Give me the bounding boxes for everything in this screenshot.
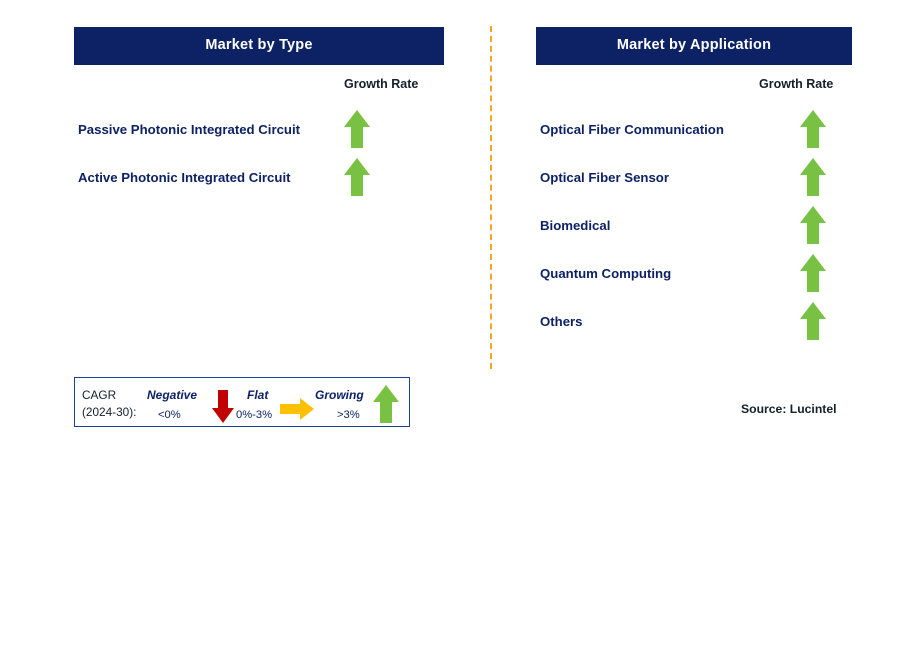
source-label: Source: Lucintel <box>741 402 837 416</box>
type-item-label-1: Active Photonic Integrated Circuit <box>78 169 291 185</box>
list-item: Passive Photonic Integrated Circuit <box>78 110 408 148</box>
application-item-label-3: Quantum Computing <box>540 265 672 281</box>
panel-divider <box>490 26 492 369</box>
arrow-up-icon <box>800 254 826 292</box>
application-item-label-2: Biomedical <box>540 217 611 233</box>
legend: CAGR (2024-30): Negative <0% Flat 0%-3% … <box>74 377 410 427</box>
panel-title-application: Market by Application <box>536 27 852 65</box>
arrow-up-icon <box>373 385 399 423</box>
legend-range-growing: >3% <box>337 409 360 421</box>
arrow-up-icon <box>800 110 826 148</box>
arrow-up-icon <box>800 206 826 244</box>
list-item: Biomedical <box>540 206 850 244</box>
application-item-label-4: Others <box>540 313 583 329</box>
arrow-up-icon <box>344 110 370 148</box>
legend-term-negative: Negative <box>147 388 198 402</box>
legend-cagr-line2: (2024-30): <box>82 405 137 420</box>
legend-range-flat: 0%-3% <box>236 409 273 421</box>
legend-cagr-line1: CAGR <box>82 388 117 402</box>
list-item: Active Photonic Integrated Circuit <box>78 158 408 196</box>
growth-rate-header-application: Growth Rate <box>759 77 834 91</box>
arrow-up-icon <box>800 158 826 196</box>
growth-rate-header-type: Growth Rate <box>344 77 419 91</box>
legend-range-negative: <0% <box>158 409 181 421</box>
panel-title-type: Market by Type <box>74 27 444 65</box>
list-item: Others <box>540 302 850 340</box>
application-item-label-0: Optical Fiber Communication <box>540 121 724 137</box>
list-item: Optical Fiber Sensor <box>540 158 850 196</box>
legend-cagr-label: CAGR (2024-30): <box>82 387 136 421</box>
panel-market-by-type: Market by Type <box>74 27 444 65</box>
legend-term-growing: Growing <box>315 388 364 402</box>
panel-market-by-application: Market by Application <box>536 27 852 65</box>
arrow-down-icon <box>212 390 234 423</box>
legend-term-flat: Flat <box>247 388 269 402</box>
application-item-label-1: Optical Fiber Sensor <box>540 169 669 185</box>
list-item: Quantum Computing <box>540 254 850 292</box>
arrow-right-icon <box>280 398 314 420</box>
type-item-label-0: Passive Photonic Integrated Circuit <box>78 121 301 137</box>
list-item: Optical Fiber Communication <box>540 110 850 148</box>
arrow-up-icon <box>344 158 370 196</box>
arrow-up-icon <box>800 302 826 340</box>
